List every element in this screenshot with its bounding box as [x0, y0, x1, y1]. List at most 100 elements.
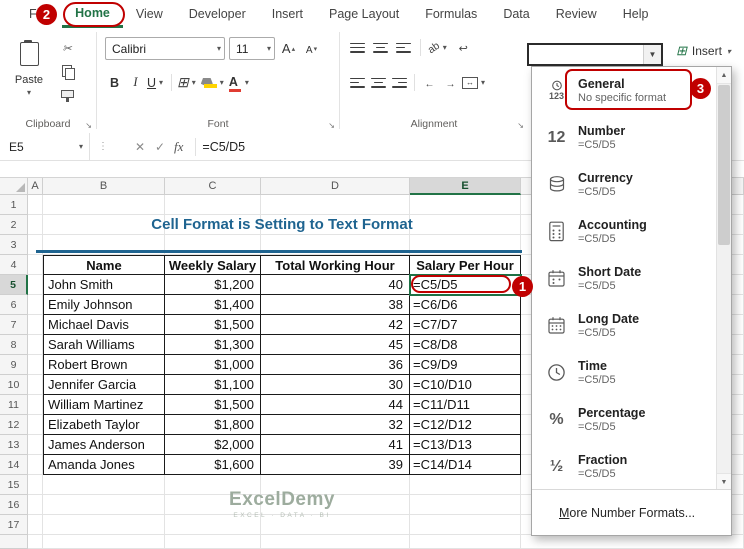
cell-hours[interactable]: 45	[261, 335, 410, 355]
cell-hours[interactable]: 42	[261, 315, 410, 335]
row-header-2[interactable]: 2	[0, 215, 28, 235]
tab-view[interactable]: View	[123, 0, 176, 28]
cell-name[interactable]: William Martinez	[43, 395, 165, 415]
number-format-combobox[interactable]	[527, 43, 663, 66]
cell[interactable]	[28, 215, 43, 235]
format-option-accounting[interactable]: Accounting =C5/D5	[532, 208, 716, 255]
insert-cells-button[interactable]: Insert	[676, 40, 731, 62]
format-option-time[interactable]: Time =C5/D5	[532, 349, 716, 396]
alignment-dialog-launcher[interactable]	[517, 121, 524, 130]
cell[interactable]	[28, 315, 43, 335]
cell[interactable]	[28, 355, 43, 375]
cell[interactable]	[165, 535, 261, 549]
cell-hours[interactable]: 36	[261, 355, 410, 375]
cell[interactable]	[410, 495, 521, 515]
tab-page-layout[interactable]: Page Layout	[316, 0, 412, 28]
formula-bar-content[interactable]: =C5/D5	[202, 140, 245, 154]
cell-salary[interactable]: $1,100	[165, 375, 261, 395]
paste-button[interactable]: Paste	[8, 36, 50, 112]
align-left-button[interactable]	[348, 72, 367, 93]
cell-formula-text[interactable]: =C14/D14	[410, 455, 521, 475]
cell[interactable]	[261, 195, 410, 215]
orientation-button[interactable]	[428, 37, 450, 58]
cell[interactable]	[410, 475, 521, 495]
active-cell-e5[interactable]: =C5/D5	[409, 274, 522, 296]
cell[interactable]	[28, 515, 43, 535]
row-header-9[interactable]: 9	[0, 355, 28, 375]
row-header-7[interactable]: 7	[0, 315, 28, 335]
cell-hours[interactable]: 32	[261, 415, 410, 435]
cell[interactable]	[165, 195, 261, 215]
cut-button[interactable]	[56, 38, 78, 57]
table-header-salary-per-hour[interactable]: Salary Per Hour	[410, 255, 521, 275]
cell-formula-text[interactable]: =C9/D9	[410, 355, 521, 375]
column-header-d[interactable]: D	[261, 178, 410, 195]
cell-salary[interactable]: $1,500	[165, 395, 261, 415]
clipboard-dialog-launcher[interactable]	[85, 121, 92, 130]
cell-name[interactable]: James Anderson	[43, 435, 165, 455]
format-option-short-date[interactable]: Short Date =C5/D5	[532, 255, 716, 302]
row-header-6[interactable]: 6	[0, 295, 28, 315]
tab-review[interactable]: Review	[543, 0, 610, 28]
merge-center-button[interactable]	[462, 72, 488, 93]
cell-name[interactable]: Sarah Williams	[43, 335, 165, 355]
column-header-e[interactable]: E	[410, 178, 521, 195]
top-align-button[interactable]	[348, 37, 367, 58]
cell-salary[interactable]: $1,200	[165, 275, 261, 295]
row-header-13[interactable]: 13	[0, 435, 28, 455]
insert-function-button[interactable]: fx	[174, 139, 183, 155]
cell-name[interactable]: Emily Johnson	[43, 295, 165, 315]
font-size-combobox[interactable]: 11	[229, 37, 275, 60]
cell[interactable]	[521, 535, 744, 549]
format-option-long-date[interactable]: Long Date =C5/D5	[532, 302, 716, 349]
cell-name[interactable]: Amanda Jones	[43, 455, 165, 475]
tab-developer[interactable]: Developer	[176, 0, 259, 28]
tab-formulas[interactable]: Formulas	[412, 0, 490, 28]
bottom-align-button[interactable]	[394, 37, 413, 58]
table-header-name[interactable]: Name	[43, 255, 165, 275]
cell-formula-text[interactable]: =C11/D11	[410, 395, 521, 415]
format-option-number[interactable]: 12 Number =C5/D5	[532, 114, 716, 161]
align-center-button[interactable]	[369, 72, 388, 93]
cell-hours[interactable]: 39	[261, 455, 410, 475]
format-option-fraction[interactable]: ½ Fraction =C5/D5	[532, 443, 716, 490]
cell-name[interactable]: Michael Davis	[43, 315, 165, 335]
tab-help[interactable]: Help	[610, 0, 662, 28]
cell-name[interactable]: John Smith	[43, 275, 165, 295]
column-header-c[interactable]: C	[165, 178, 261, 195]
cell[interactable]	[43, 195, 165, 215]
more-number-formats-item[interactable]: More Number Formats...	[532, 489, 731, 535]
font-name-combobox[interactable]: Calibri	[105, 37, 225, 60]
cell-formula-text[interactable]: =C12/D12	[410, 415, 521, 435]
table-header-weekly-salary[interactable]: Weekly Salary	[165, 255, 261, 275]
increase-indent-button[interactable]	[441, 72, 460, 93]
borders-button[interactable]	[177, 72, 199, 93]
cell[interactable]	[28, 335, 43, 355]
cell-formula-text[interactable]: =C6/D6	[410, 295, 521, 315]
table-header-total-working-hour[interactable]: Total Working Hour	[261, 255, 410, 275]
format-option-percentage[interactable]: % Percentage =C5/D5	[532, 396, 716, 443]
cell[interactable]	[261, 535, 410, 549]
cell[interactable]	[28, 275, 43, 295]
tab-insert[interactable]: Insert	[259, 0, 316, 28]
cancel-icon[interactable]	[130, 137, 150, 157]
row-header-8[interactable]: 8	[0, 335, 28, 355]
cell-name[interactable]: Elizabeth Taylor	[43, 415, 165, 435]
align-right-button[interactable]	[390, 72, 409, 93]
row-header-14[interactable]: 14	[0, 455, 28, 475]
decrease-font-size-button[interactable]	[302, 38, 321, 59]
italic-button[interactable]: I	[126, 72, 145, 93]
cell-salary[interactable]: $2,000	[165, 435, 261, 455]
cell[interactable]	[28, 495, 43, 515]
format-option-currency[interactable]: Currency =C5/D5	[532, 161, 716, 208]
cell-name[interactable]: Robert Brown	[43, 355, 165, 375]
font-dialog-launcher[interactable]	[328, 121, 335, 130]
cell[interactable]	[28, 535, 43, 549]
row-header-3[interactable]: 3	[0, 235, 28, 255]
cell-formula-text[interactable]: =C8/D8	[410, 335, 521, 355]
cell-hours[interactable]: 38	[261, 295, 410, 315]
cell[interactable]	[410, 515, 521, 535]
cell[interactable]	[410, 535, 521, 549]
cell[interactable]	[43, 475, 165, 495]
row-header-11[interactable]: 11	[0, 395, 28, 415]
